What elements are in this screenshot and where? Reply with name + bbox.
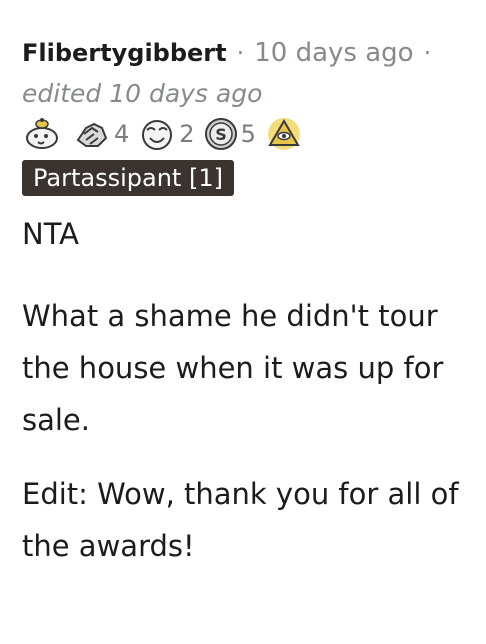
username-link[interactable]: Flibertygibbert [22, 39, 227, 67]
edited-label: edited 10 days ago [22, 79, 263, 108]
award-count: 5 [240, 120, 256, 148]
awards-row: 4 2 S 5 [22, 114, 472, 154]
comment-body-paragraph: What a shame he didn't tour the house wh… [22, 299, 444, 437]
comment-body-paragraph: NTA [22, 217, 79, 251]
comment-meta: Flibertygibbert · 10 days ago · [22, 38, 472, 76]
award-gold-eye[interactable] [264, 116, 306, 152]
award-silver[interactable]: S 5 [203, 116, 256, 152]
meta-separator: · [236, 39, 245, 67]
meta-separator: · [423, 39, 432, 67]
user-flair-badge: Partassipant [1] [22, 160, 234, 196]
award-handshake[interactable]: 4 [72, 116, 129, 152]
award-wholesome-face[interactable]: 2 [137, 116, 195, 152]
wholesome-face-award-icon [137, 116, 177, 152]
award-count: 4 [114, 120, 130, 148]
award-wholesome-seal[interactable] [22, 116, 64, 152]
comment: Flibertygibbert · 10 days ago · edited 1… [22, 38, 472, 572]
silver-award-icon: S [203, 116, 239, 152]
wholesome-seal-icon [22, 116, 62, 152]
award-count: 2 [179, 120, 195, 148]
comment-body-paragraph: Edit: Wow, thank you for all of the awar… [22, 477, 459, 563]
flair-row: Partassipant [1] [22, 160, 472, 200]
handshake-award-icon [72, 116, 112, 152]
timestamp-link[interactable]: 10 days ago [254, 38, 413, 68]
gold-eye-award-icon [264, 116, 304, 152]
svg-text:S: S [215, 125, 227, 144]
